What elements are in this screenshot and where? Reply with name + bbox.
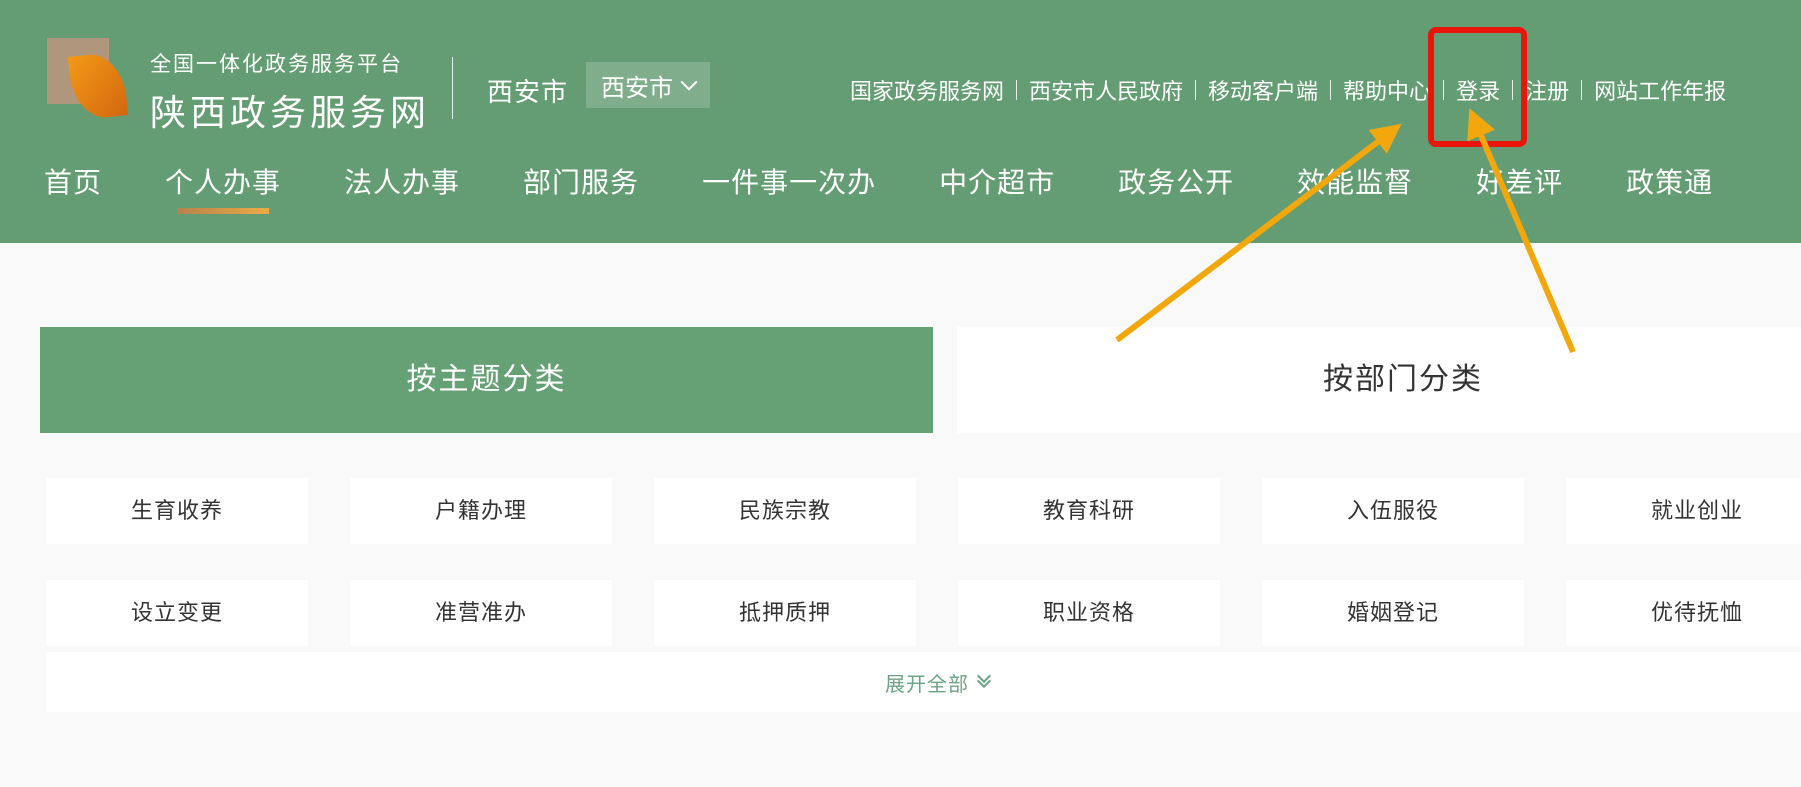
nav-home[interactable]: 首页 — [44, 166, 102, 200]
page: 全国一体化政务服务平台 陕西政务服务网 西安市 西安市 国家政务服务网 西安市人… — [0, 0, 1801, 787]
nav-department-services[interactable]: 部门服务 — [523, 166, 639, 200]
nav-intermediary-market[interactable]: 中介超市 — [939, 166, 1055, 200]
main-nav: 首页 个人办事 法人办事 部门服务 一件事一次办 中介超市 政务公开 效能监督 … — [44, 166, 1713, 200]
logo-leaf-icon — [68, 51, 128, 120]
link-national-gov-site[interactable]: 国家政务服务网 — [838, 74, 1016, 106]
current-city-label: 西安市 — [487, 72, 568, 109]
category-birth-adoption[interactable]: 生育收养 — [46, 478, 308, 544]
category-establishment-change[interactable]: 设立变更 — [46, 580, 308, 646]
category-education-research[interactable]: 教育科研 — [958, 478, 1220, 544]
nav-personal-services-label: 个人办事 — [165, 167, 281, 198]
link-register[interactable]: 注册 — [1513, 74, 1581, 106]
category-household-registration[interactable]: 户籍办理 — [350, 478, 612, 544]
tab-by-department[interactable]: 按部门分类 — [957, 327, 1801, 433]
category-mortgage-pledge[interactable]: 抵押质押 — [654, 580, 916, 646]
link-annual-report[interactable]: 网站工作年报 — [1582, 74, 1738, 106]
site-logo — [47, 38, 127, 120]
brand-divider — [452, 57, 453, 119]
nav-gov-disclosure[interactable]: 政务公开 — [1118, 166, 1234, 200]
nav-rating[interactable]: 好差评 — [1476, 166, 1563, 200]
city-selector-value: 西安市 — [601, 68, 673, 103]
link-help-center[interactable]: 帮助中心 — [1331, 74, 1443, 106]
category-preferential-care[interactable]: 优待抚恤 — [1566, 580, 1801, 646]
category-ethnic-religion[interactable]: 民族宗教 — [654, 478, 916, 544]
category-marriage-registration[interactable]: 婚姻登记 — [1262, 580, 1524, 646]
utility-links: 国家政务服务网 西安市人民政府 移动客户端 帮助中心 登录 注册 网站工作年报 — [838, 74, 1738, 106]
link-xian-government[interactable]: 西安市人民政府 — [1017, 74, 1195, 106]
category-employment-startup[interactable]: 就业创业 — [1566, 478, 1801, 544]
nav-policy[interactable]: 政策通 — [1626, 166, 1713, 200]
tab-by-theme[interactable]: 按主题分类 — [40, 327, 933, 433]
active-nav-underline — [177, 208, 269, 214]
site-header: 全国一体化政务服务平台 陕西政务服务网 西安市 西安市 国家政务服务网 西安市人… — [0, 0, 1801, 243]
site-name: 陕西政务服务网 — [150, 84, 430, 136]
nav-personal-services[interactable]: 个人办事 — [165, 166, 281, 200]
double-chevron-down-icon — [979, 676, 989, 686]
category-professional-qualification[interactable]: 职业资格 — [958, 580, 1220, 646]
nav-one-thing-once[interactable]: 一件事一次办 — [702, 166, 876, 200]
chevron-down-icon — [681, 74, 698, 91]
city-selector[interactable]: 西安市 — [586, 62, 710, 108]
category-military-service[interactable]: 入伍服役 — [1262, 478, 1524, 544]
nav-legal-entity-services[interactable]: 法人办事 — [344, 166, 460, 200]
nav-efficiency-supervision[interactable]: 效能监督 — [1297, 166, 1413, 200]
category-business-permit[interactable]: 准营准办 — [350, 580, 612, 646]
brand-block: 全国一体化政务服务平台 陕西政务服务网 — [150, 48, 430, 136]
link-mobile-client[interactable]: 移动客户端 — [1196, 74, 1330, 106]
expand-all-label: 展开全部 — [885, 668, 969, 697]
link-login[interactable]: 登录 — [1444, 74, 1512, 106]
platform-label: 全国一体化政务服务平台 — [150, 48, 430, 78]
expand-all-button[interactable]: 展开全部 — [46, 652, 1801, 712]
